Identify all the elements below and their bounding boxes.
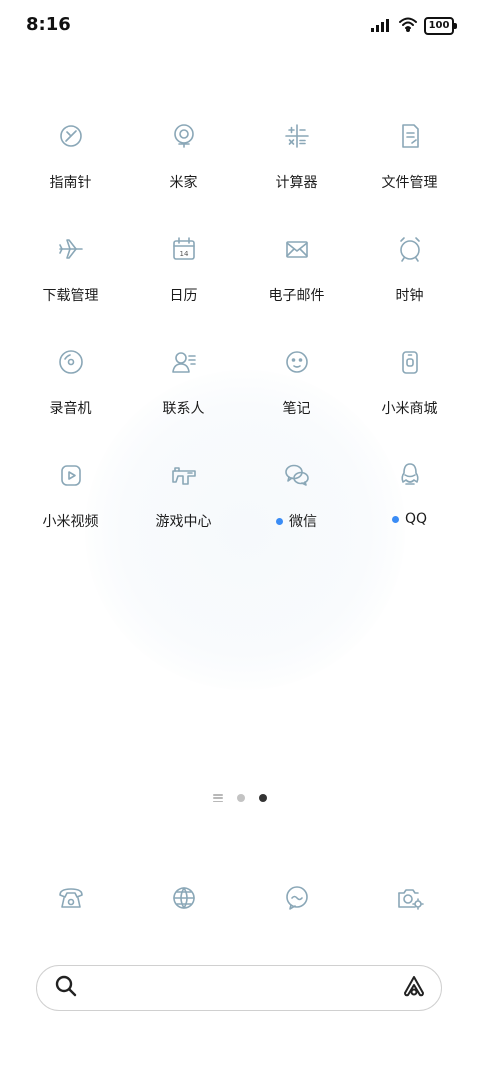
app-email[interactable]: 电子邮件 (240, 223, 353, 336)
app-label: 联系人 (162, 401, 205, 417)
page-indicator[interactable] (0, 794, 480, 802)
app-download-manager[interactable]: 下载管理 (14, 223, 127, 336)
mijia-icon (160, 112, 208, 160)
app-label: 游戏中心 (155, 514, 212, 530)
status-bar: 8:16 100 (0, 0, 480, 50)
recorder-icon (47, 338, 95, 386)
app-label: 微信 (289, 514, 317, 530)
dock-messages[interactable] (240, 872, 353, 922)
calendar-day: 14 (179, 250, 188, 258)
app-label: 录音机 (49, 401, 92, 417)
app-contacts[interactable]: 联系人 (127, 336, 240, 449)
dock-browser[interactable] (127, 872, 240, 922)
status-icons: 100 (370, 16, 457, 36)
search-bar[interactable] (36, 965, 442, 1011)
assistant-icon[interactable] (401, 973, 427, 1003)
qq-icon (386, 451, 434, 499)
notification-dot (276, 517, 283, 525)
compass-icon (47, 112, 95, 160)
camera-icon (386, 874, 434, 922)
app-drawer-icon[interactable] (213, 794, 223, 802)
wechat-icon (273, 451, 321, 499)
app-wechat[interactable]: 微信 (240, 449, 353, 562)
search-icon[interactable] (53, 973, 79, 1003)
app-notes[interactable]: 笔记 (240, 336, 353, 449)
messages-icon (273, 874, 321, 922)
notes-icon (273, 338, 321, 386)
app-label: 电子邮件 (268, 288, 325, 304)
app-mi-video[interactable]: 小米视频 (14, 449, 127, 562)
app-compass[interactable]: 指南针 (14, 110, 127, 223)
battery-level: 100 (428, 20, 450, 31)
app-mi-store[interactable]: 小米商城 (353, 336, 466, 449)
app-game-center[interactable]: 游戏中心 (127, 449, 240, 562)
page-dot-2-active[interactable] (259, 794, 267, 802)
app-label: 笔记 (282, 401, 311, 417)
calculator-icon (273, 112, 321, 160)
wifi-icon (398, 16, 418, 36)
search-input[interactable] (89, 978, 391, 998)
status-time: 8:16 (26, 14, 71, 35)
app-clock[interactable]: 时钟 (353, 223, 466, 336)
airplane-download-icon (47, 225, 95, 273)
dock (14, 872, 466, 922)
battery-icon: 100 (424, 17, 457, 35)
game-center-icon (160, 451, 208, 499)
app-file-manager[interactable]: 文件管理 (353, 110, 466, 223)
app-mijia[interactable]: 米家 (127, 110, 240, 223)
app-grid: 指南针 米家 计算器 文件管理 下载管理 14 日历 电子邮件 时钟 录音机 联… (14, 110, 466, 562)
app-calendar[interactable]: 14 日历 (127, 223, 240, 336)
alarm-clock-icon (386, 225, 434, 273)
app-label: 指南针 (49, 175, 92, 191)
mi-video-icon (47, 451, 95, 499)
calendar-icon: 14 (160, 225, 208, 273)
app-calculator[interactable]: 计算器 (240, 110, 353, 223)
dock-phone[interactable] (14, 872, 127, 922)
signal-icon (370, 17, 392, 36)
app-label: 下载管理 (42, 288, 99, 304)
mail-icon (273, 225, 321, 273)
app-label: 时钟 (395, 288, 424, 304)
app-label: 小米视频 (42, 514, 99, 530)
phone-icon (47, 874, 95, 922)
app-qq[interactable]: QQ (353, 449, 466, 562)
app-label: 计算器 (275, 175, 318, 191)
notification-dot (391, 515, 399, 523)
app-label: 小米商城 (381, 401, 438, 417)
mi-store-icon (386, 338, 434, 386)
browser-globe-icon (160, 874, 208, 922)
app-label: 文件管理 (381, 175, 438, 191)
app-label: 日历 (169, 288, 198, 304)
dock-camera[interactable] (353, 872, 466, 922)
contacts-icon (160, 338, 208, 386)
app-recorder[interactable]: 录音机 (14, 336, 127, 449)
page-dot-1[interactable] (237, 794, 245, 802)
app-label: QQ (404, 511, 428, 527)
app-label: 米家 (169, 175, 198, 191)
file-manager-icon (386, 112, 434, 160)
